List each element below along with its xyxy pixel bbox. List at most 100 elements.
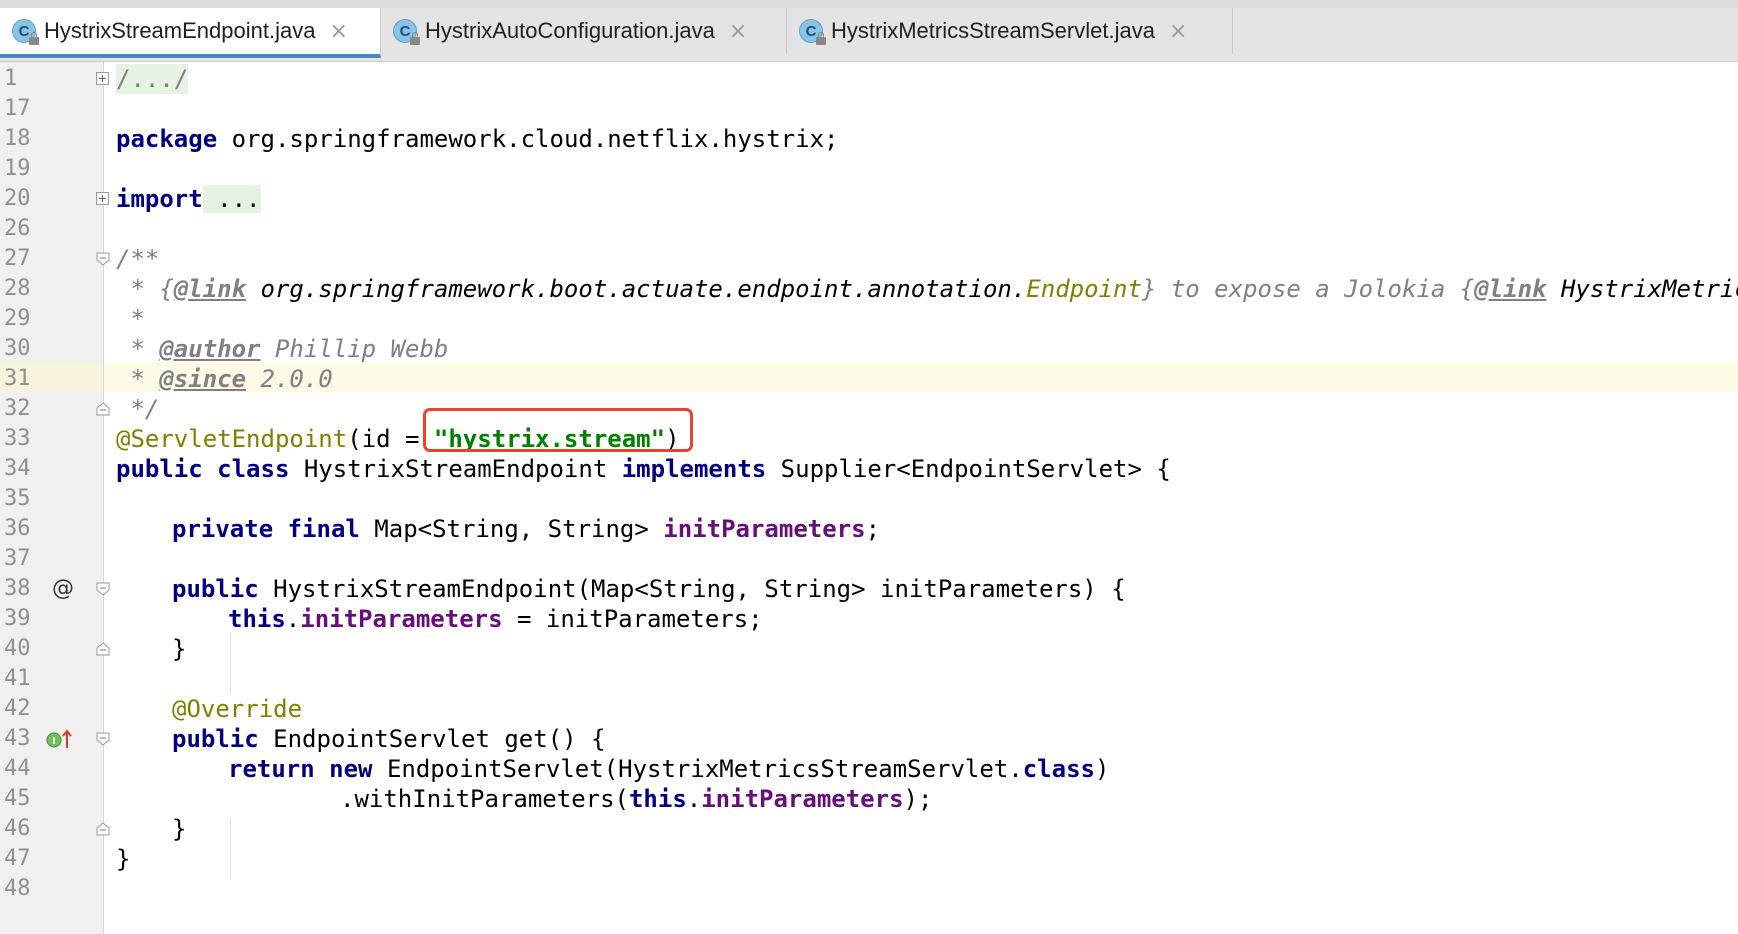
return-statement: return new EndpointServlet(HystrixMetric…	[228, 755, 1110, 783]
code-editor[interactable]: 1 + /.../ 17 18 package org.springframew…	[0, 62, 1738, 934]
line-number: 38	[4, 576, 31, 601]
code-line[interactable]: 1 + /.../	[0, 64, 1738, 94]
line-number: 45	[4, 786, 31, 811]
line-number: 35	[4, 486, 31, 511]
tab-label: HystrixAutoConfiguration.java	[425, 18, 715, 43]
method-declaration: public EndpointServlet get() {	[172, 725, 606, 753]
close-icon[interactable]: ×	[1169, 19, 1187, 44]
folded-imports[interactable]: ...	[202, 185, 261, 213]
code-line[interactable]: 33 @ServletEndpoint(id = "hystrix.stream…	[0, 424, 1738, 454]
javadoc-line: *	[116, 305, 145, 333]
javadoc-open: /**	[116, 245, 160, 273]
tab-hystrix-metrics-stream-servlet[interactable]: C HystrixMetricsStreamServlet.java ×	[787, 8, 1233, 54]
class-icon: C	[393, 19, 420, 45]
line-number: 20	[4, 186, 31, 211]
code-line[interactable]: 45 .withInitParameters(this.initParamete…	[0, 784, 1738, 814]
class-icon: C	[12, 19, 39, 45]
line-number: 36	[4, 516, 31, 541]
line-number: 1	[4, 66, 18, 91]
code-line[interactable]: 43 I public EndpointServlet get() {	[0, 724, 1738, 754]
editor-tab-bar: C HystrixStreamEndpoint.java × C Hystrix…	[0, 0, 1738, 62]
code-line[interactable]: 41	[0, 664, 1738, 694]
line-number: 29	[4, 306, 31, 331]
override-annotation: @Override	[172, 695, 303, 723]
line-number: 46	[4, 816, 31, 841]
constructor-declaration: public HystrixStreamEndpoint(Map<String,…	[172, 575, 1126, 603]
closing-brace: }	[116, 845, 131, 873]
javadoc-since: * @since 2.0.0	[116, 365, 333, 393]
method-chain-call: .withInitParameters(this.initParameters)…	[340, 785, 933, 813]
highlight-annotation-box	[423, 408, 693, 452]
fold-end-icon[interactable]	[96, 402, 110, 416]
field-assignment: this.initParameters = initParameters;	[228, 605, 763, 633]
fold-collapse-icon[interactable]	[96, 582, 110, 596]
code-line[interactable]: 34 public class HystrixStreamEndpoint im…	[0, 454, 1738, 484]
code-line[interactable]: 42 @Override	[0, 694, 1738, 724]
fold-collapse-icon[interactable]	[96, 252, 110, 266]
code-line[interactable]: 19	[0, 154, 1738, 184]
class-icon: C	[799, 19, 826, 45]
code-line[interactable]: 17	[0, 94, 1738, 124]
line-number: 48	[4, 876, 31, 901]
line-number: 17	[4, 96, 31, 121]
closing-brace: }	[172, 635, 187, 663]
code-line[interactable]: 18 package org.springframework.cloud.net…	[0, 124, 1738, 154]
line-number: 40	[4, 636, 31, 661]
line-number: 30	[4, 336, 31, 361]
code-line[interactable]: 36 private final Map<String, String> ini…	[0, 514, 1738, 544]
code-line[interactable]: 46 }	[0, 814, 1738, 844]
code-line[interactable]: 20 + import ...	[0, 184, 1738, 214]
code-line[interactable]: 39 this.initParameters = initParameters;	[0, 604, 1738, 634]
code-line[interactable]: 28 * {@link org.springframework.boot.act…	[0, 274, 1738, 304]
lock-icon	[410, 32, 420, 45]
code-line[interactable]: 40 }	[0, 634, 1738, 664]
line-number: 26	[4, 216, 31, 241]
tab-hystrix-auto-configuration[interactable]: C HystrixAutoConfiguration.java ×	[381, 8, 787, 54]
code-line-current[interactable]: 31 * @since 2.0.0	[0, 364, 1738, 394]
line-number: 41	[4, 666, 31, 691]
javadoc-close: */	[116, 395, 160, 423]
svg-text:I: I	[52, 736, 56, 747]
line-number: 34	[4, 456, 31, 481]
fold-end-icon[interactable]	[96, 822, 110, 836]
javadoc-author: * @author Phillip Webb	[116, 335, 449, 363]
code-line[interactable]: 29 *	[0, 304, 1738, 334]
fold-expand-icon[interactable]: +	[96, 192, 109, 205]
tab-hystrix-stream-endpoint[interactable]: C HystrixStreamEndpoint.java ×	[0, 8, 381, 58]
folded-header-comment[interactable]: /.../	[116, 64, 189, 94]
line-number: 44	[4, 756, 31, 781]
close-icon[interactable]: ×	[329, 19, 347, 44]
line-number: 27	[4, 246, 31, 271]
package-declaration: package org.springframework.cloud.netfli…	[116, 125, 839, 153]
code-line[interactable]: 44 return new EndpointServlet(HystrixMet…	[0, 754, 1738, 784]
line-number: 31	[4, 366, 31, 391]
lock-icon	[816, 32, 826, 45]
code-line[interactable]: 37	[0, 544, 1738, 574]
fold-end-icon[interactable]	[96, 642, 110, 656]
field-declaration: private final Map<String, String> initPa…	[172, 515, 881, 543]
line-number: 39	[4, 606, 31, 631]
code-line[interactable]: 32 */	[0, 394, 1738, 424]
code-line[interactable]: 35	[0, 484, 1738, 514]
tab-label: HystrixStreamEndpoint.java	[44, 18, 316, 43]
line-number: 18	[4, 126, 31, 151]
line-number: 33	[4, 426, 31, 451]
line-number: 32	[4, 396, 31, 421]
code-line[interactable]: 27 /**	[0, 244, 1738, 274]
code-line[interactable]: 26	[0, 214, 1738, 244]
fold-collapse-icon[interactable]	[96, 732, 110, 746]
line-number: 47	[4, 846, 31, 871]
line-number: 43	[4, 726, 31, 751]
class-declaration: public class HystrixStreamEndpoint imple…	[116, 455, 1171, 483]
line-number: 28	[4, 276, 31, 301]
fold-expand-icon[interactable]: +	[96, 72, 109, 85]
injection-marker-icon[interactable]: @	[52, 574, 78, 604]
code-line[interactable]: 38 @ public HystrixStreamEndpoint(Map<St…	[0, 574, 1738, 604]
close-icon[interactable]: ×	[729, 19, 747, 44]
tab-bar-top-strip	[0, 0, 1738, 8]
code-line[interactable]: 47 }	[0, 844, 1738, 874]
code-line[interactable]: 48	[0, 874, 1738, 904]
implements-method-icon[interactable]: I	[46, 728, 74, 750]
line-number: 37	[4, 546, 31, 571]
code-line[interactable]: 30 * @author Phillip Webb	[0, 334, 1738, 364]
